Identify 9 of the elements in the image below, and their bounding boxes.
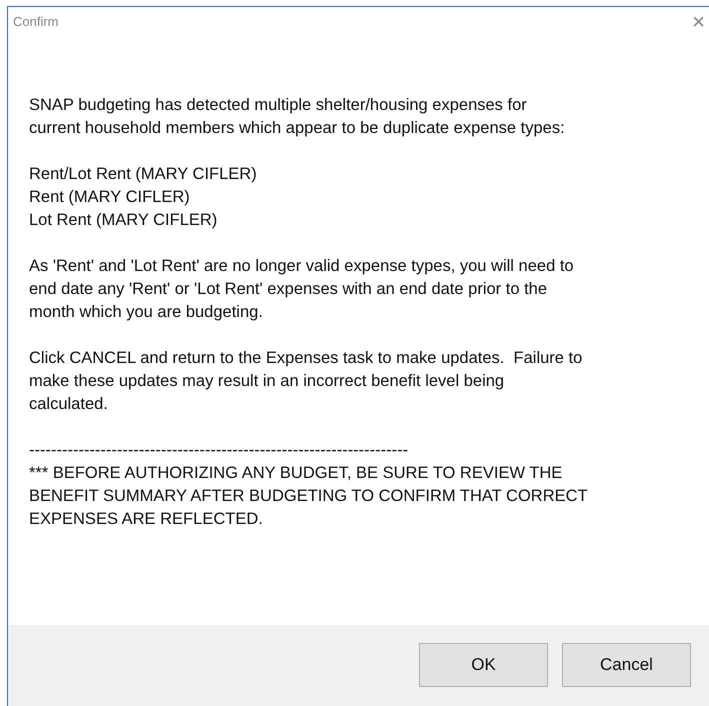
window-title: Confirm (13, 13, 59, 32)
message-text: --------------------------------------------------------------------- *** BEFORE AUTHORIZING ANY BUDGET, BE SURE TO REVIEW THE BENEFIT SUMMARY AFTER BUDGETING TO CONFIRM THAT CORRECT EXPENSES ARE REFLECTED. (29, 440, 589, 530)
message-text: As 'Rent' and 'Lot Rent' are no longer valid expense types, you will need to end date any 'Rent' or 'Lot Rent' expenses with an end date prior to the month which you are budgeting. (29, 256, 575, 323)
cancel-button[interactable]: Cancel (562, 643, 691, 687)
close-button[interactable]: × (692, 11, 705, 33)
message-text: Rent/Lot Rent (MARY CIFLER) Rent (MARY CIFLER) Lot Rent (MARY CIFLER) (29, 164, 258, 231)
message-text: Click CANCEL and return to the Expenses task to make updates. Failure to make these updates may result in an incorrect benefit level being calculated. (29, 348, 584, 415)
message-text: SNAP budgeting has detected multiple shelter/housing expenses for current household members which appear to be duplicate expense types: (29, 95, 566, 139)
ok-button[interactable]: OK (419, 643, 548, 687)
